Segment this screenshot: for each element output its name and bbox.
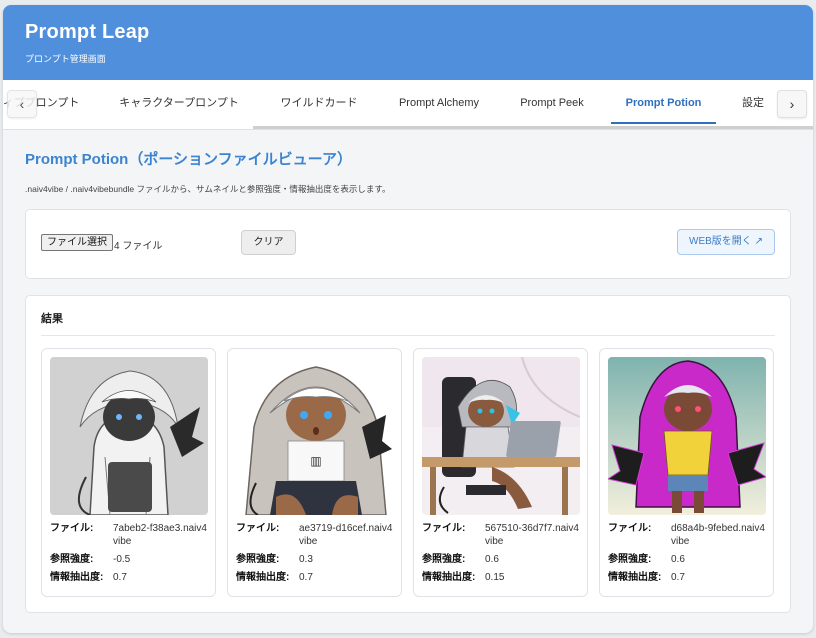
file-name: ae3719-d16cef.naiv4vibe bbox=[299, 523, 393, 547]
results-title: 結果 bbox=[41, 313, 63, 325]
strength-label: 参照強度: bbox=[608, 554, 652, 565]
tab-list: ィププロンプト キャラクタープロンプト ワイルドカード Prompt Alche… bbox=[3, 80, 813, 127]
tab-bar: ィププロンプト キャラクタープロンプト ワイルドカード Prompt Alche… bbox=[3, 80, 813, 130]
app-title: Prompt Leap bbox=[25, 21, 150, 43]
tab-wildcard[interactable]: ワイルドカード bbox=[267, 80, 371, 127]
strength-value: 0.6 bbox=[671, 554, 685, 565]
thumbnail-image bbox=[608, 357, 766, 515]
file-name: d68a4b-9febed.naiv4vibe bbox=[671, 523, 765, 547]
result-card: ファイル: d68a4b-9febed.naiv4vibe 参照強度: 0.6 … bbox=[599, 348, 774, 597]
app-subtitle: プロンプト管理画面 bbox=[25, 54, 106, 64]
tab-character-prompt[interactable]: キャラクタープロンプト bbox=[108, 80, 250, 127]
results-panel: 結果 ファイル: 7abeb2-f38ae3.naiv4vibe 参照強度: -… bbox=[25, 295, 791, 613]
info-extract-value: 0.7 bbox=[113, 572, 127, 583]
chevron-right-icon: › bbox=[789, 96, 795, 112]
card-meta: ファイル: 567510-36d7f7.naiv4vibe 参照強度: 0.6 … bbox=[422, 522, 579, 584]
thumbnail-image bbox=[50, 357, 208, 515]
strength-label: 参照強度: bbox=[236, 554, 280, 565]
info-extract-value: 0.15 bbox=[485, 572, 505, 583]
file-name: 7abeb2-f38ae3.naiv4vibe bbox=[113, 523, 207, 547]
tab-scrollbar[interactable] bbox=[253, 126, 813, 129]
file-name: 567510-36d7f7.naiv4vibe bbox=[485, 523, 579, 547]
result-card: ファイル: 567510-36d7f7.naiv4vibe 参照強度: 0.6 … bbox=[413, 348, 588, 597]
result-card: ▥ ファイル: ae3719-d16cef.naiv4vibe 参照強度: 0.… bbox=[227, 348, 402, 597]
card-meta: ファイル: 7abeb2-f38ae3.naiv4vibe 参照強度: -0.5… bbox=[50, 522, 207, 584]
scroll-right-button[interactable]: › bbox=[777, 90, 807, 118]
info-extract-value: 0.7 bbox=[299, 572, 313, 583]
file-label: ファイル: bbox=[422, 523, 466, 534]
result-card: ファイル: 7abeb2-f38ae3.naiv4vibe 参照強度: -0.5… bbox=[41, 348, 216, 597]
tab-prompt-potion[interactable]: Prompt Potion bbox=[611, 80, 716, 127]
tab-prompt-alchemy[interactable]: Prompt Alchemy bbox=[387, 80, 491, 127]
app-header: Prompt Leap プロンプト管理画面 bbox=[3, 5, 813, 80]
thumbnail-image bbox=[422, 357, 580, 515]
file-label: ファイル: bbox=[50, 523, 94, 534]
thumbnail-image: ▥ bbox=[236, 357, 394, 515]
info-extract-label: 情報抽出度: bbox=[50, 572, 104, 583]
strength-label: 参照強度: bbox=[50, 554, 94, 565]
main-content: Prompt Potion（ポーションファイルビューア） .naiv4vibe … bbox=[3, 130, 813, 613]
divider bbox=[41, 335, 775, 336]
controls-panel: ファイル選択 4 ファイル クリア WEB版を開く ↗ bbox=[25, 209, 791, 279]
result-cards: ファイル: 7abeb2-f38ae3.naiv4vibe 参照強度: -0.5… bbox=[41, 348, 775, 598]
info-extract-value: 0.7 bbox=[671, 572, 685, 583]
strength-value: 0.3 bbox=[299, 554, 313, 565]
card-meta: ファイル: ae3719-d16cef.naiv4vibe 参照強度: 0.3 … bbox=[236, 522, 393, 584]
page-description: .naiv4vibe / .naiv4vibebundle ファイルから、サムネ… bbox=[25, 184, 391, 194]
info-extract-label: 情報抽出度: bbox=[422, 572, 476, 583]
card-meta: ファイル: d68a4b-9febed.naiv4vibe 参照強度: 0.6 … bbox=[608, 522, 765, 584]
file-label: ファイル: bbox=[608, 523, 652, 534]
scroll-left-button[interactable]: ‹ bbox=[7, 90, 37, 118]
info-extract-label: 情報抽出度: bbox=[236, 572, 290, 583]
strength-value: 0.6 bbox=[485, 554, 499, 565]
tab-settings[interactable]: 設定 bbox=[733, 80, 773, 127]
strength-label: 参照強度: bbox=[422, 554, 466, 565]
info-extract-label: 情報抽出度: bbox=[608, 572, 662, 583]
file-label: ファイル: bbox=[236, 523, 280, 534]
svg-text:▥: ▥ bbox=[310, 454, 321, 468]
clear-button[interactable]: クリア bbox=[241, 230, 296, 255]
open-web-version-button[interactable]: WEB版を開く ↗ bbox=[677, 229, 775, 255]
file-count: 4 ファイル bbox=[114, 241, 163, 252]
chevron-left-icon: ‹ bbox=[19, 96, 25, 112]
app-window: Prompt Leap プロンプト管理画面 ィププロンプト キャラクタープロンプ… bbox=[3, 5, 813, 633]
page-title: Prompt Potion（ポーションファイルビューア） bbox=[25, 151, 352, 168]
file-select-button[interactable]: ファイル選択 bbox=[41, 234, 113, 251]
tab-prompt-peek[interactable]: Prompt Peek bbox=[507, 80, 597, 127]
strength-value: -0.5 bbox=[113, 554, 131, 565]
